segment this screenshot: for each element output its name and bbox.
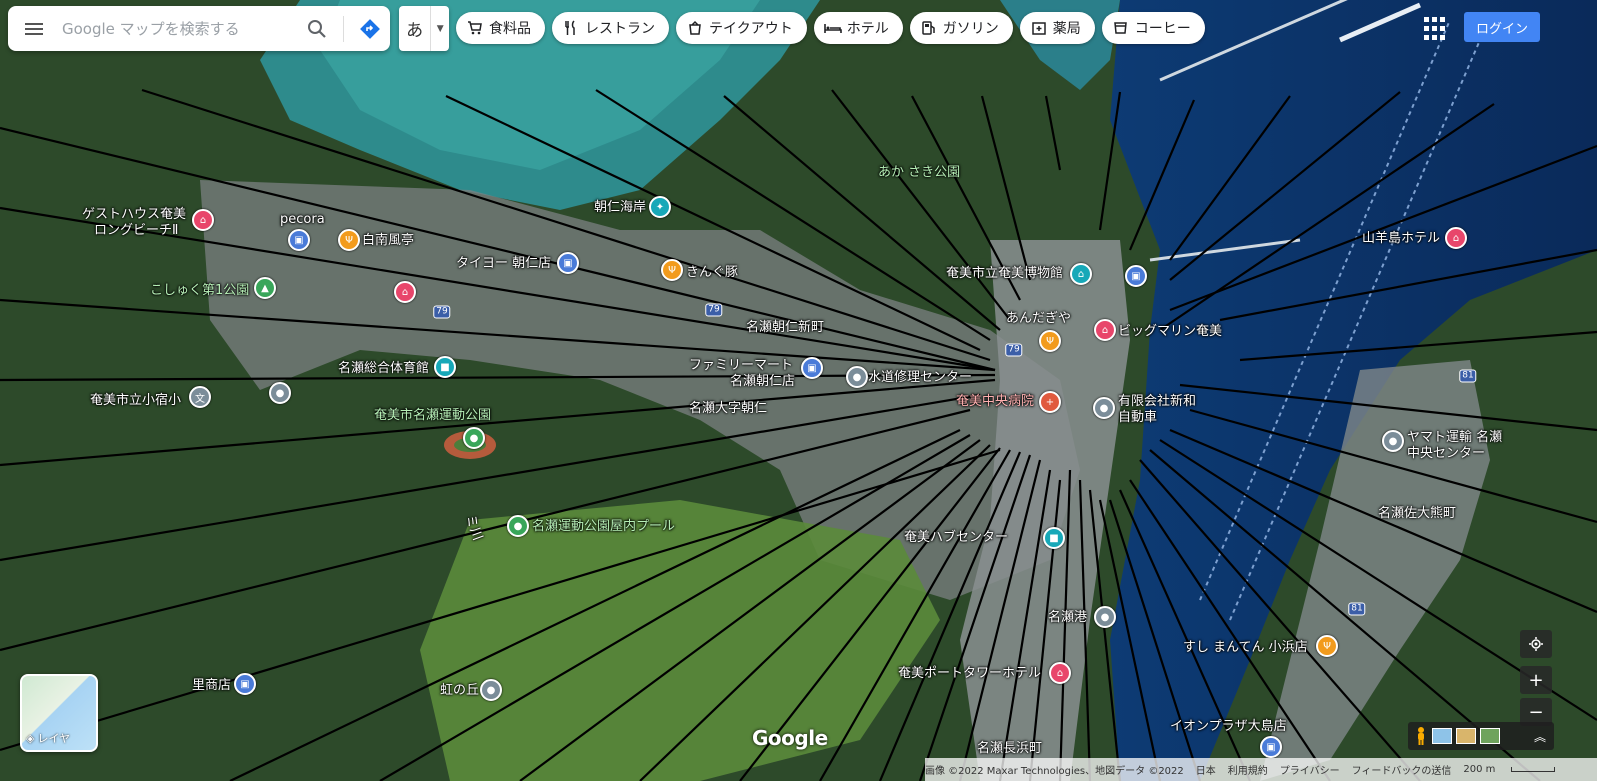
- chevron-up-icon[interactable]: ︽: [1534, 728, 1546, 745]
- chip-groceries[interactable]: 食料品: [456, 12, 545, 44]
- search-input[interactable]: [60, 18, 297, 39]
- chip-coffee[interactable]: コーヒー: [1101, 12, 1205, 44]
- menu-icon[interactable]: [8, 6, 60, 51]
- chip-gas[interactable]: ガソリン: [909, 12, 1013, 44]
- satellite-thumb[interactable]: [1480, 728, 1500, 744]
- directions-icon[interactable]: [350, 6, 390, 51]
- search-icon[interactable]: [297, 6, 337, 51]
- scale-bar: [1511, 766, 1556, 772]
- chip-restaurant[interactable]: レストラン: [552, 12, 669, 44]
- ime-selector[interactable]: あ ▼: [399, 6, 449, 51]
- imagery-credit: 画像 ©2022 Maxar Technologies、地図データ ©2022: [925, 766, 1184, 777]
- privacy-link[interactable]: プライバシー: [1280, 762, 1340, 777]
- pegman-icon[interactable]: [1414, 726, 1428, 746]
- terrain-thumb[interactable]: [1456, 728, 1476, 744]
- layer-switcher[interactable]: ◈ レイヤ: [20, 674, 98, 752]
- chip-label: レストラン: [585, 21, 655, 37]
- chip-label: ホテル: [846, 21, 889, 37]
- scale-label[interactable]: 200 m: [1463, 764, 1567, 775]
- cart-icon: [466, 19, 484, 37]
- chip-label: ガソリン: [942, 21, 999, 37]
- street-view-bar: ︽: [1408, 722, 1554, 750]
- footer-bar: 画像 ©2022 Maxar Technologies、地図データ ©2022 …: [925, 758, 1597, 781]
- language-link[interactable]: 日本: [1196, 762, 1216, 777]
- chip-label: 薬局: [1052, 21, 1081, 37]
- layers-icon: ◈: [26, 731, 35, 745]
- coffee-icon: [1112, 19, 1130, 37]
- feedback-link[interactable]: フィードバックの送信: [1352, 762, 1452, 777]
- chip-label: 食料品: [489, 21, 531, 37]
- ime-char: あ: [406, 21, 424, 41]
- restaurant-icon: [562, 19, 580, 37]
- zoom-in-button[interactable]: +: [1520, 666, 1552, 694]
- pharmacy-icon: [1030, 19, 1048, 37]
- map-thumb[interactable]: [1432, 728, 1452, 744]
- login-button[interactable]: ログイン: [1464, 12, 1540, 42]
- terms-link[interactable]: 利用規約: [1228, 762, 1268, 777]
- satellite-imagery: [0, 0, 1597, 781]
- apps-grid-icon[interactable]: [1424, 17, 1448, 41]
- zoom-controls: + −: [1520, 630, 1552, 726]
- chip-takeout[interactable]: テイクアウト: [676, 12, 807, 44]
- takeout-icon: [686, 19, 704, 37]
- chip-hotel[interactable]: ホテル: [813, 12, 903, 44]
- map-canvas[interactable]: ⌂ ▣ Ψ ▲ ⌂ ▣ ✦ Ψ ⌂ ▣ ■ ▣ ● 文 ● Ψ ⌂ + ● ⌂ …: [0, 0, 1597, 781]
- layer-label: ◈ レイヤ: [26, 731, 71, 746]
- chip-pharmacy[interactable]: 薬局: [1019, 12, 1095, 44]
- chip-label: コーヒー: [1134, 21, 1191, 37]
- search-box: [8, 6, 390, 51]
- gas-icon: [920, 19, 938, 37]
- chevron-down-icon[interactable]: ▼: [430, 6, 449, 51]
- hotel-icon: [823, 19, 842, 37]
- google-logo: Google: [752, 726, 828, 750]
- category-chips: 食料品 レストラン テイクアウト ホテル ガソリン 薬局 コーヒー: [456, 12, 1205, 44]
- my-location-icon[interactable]: [1520, 630, 1552, 658]
- chip-label: テイクアウト: [709, 21, 793, 37]
